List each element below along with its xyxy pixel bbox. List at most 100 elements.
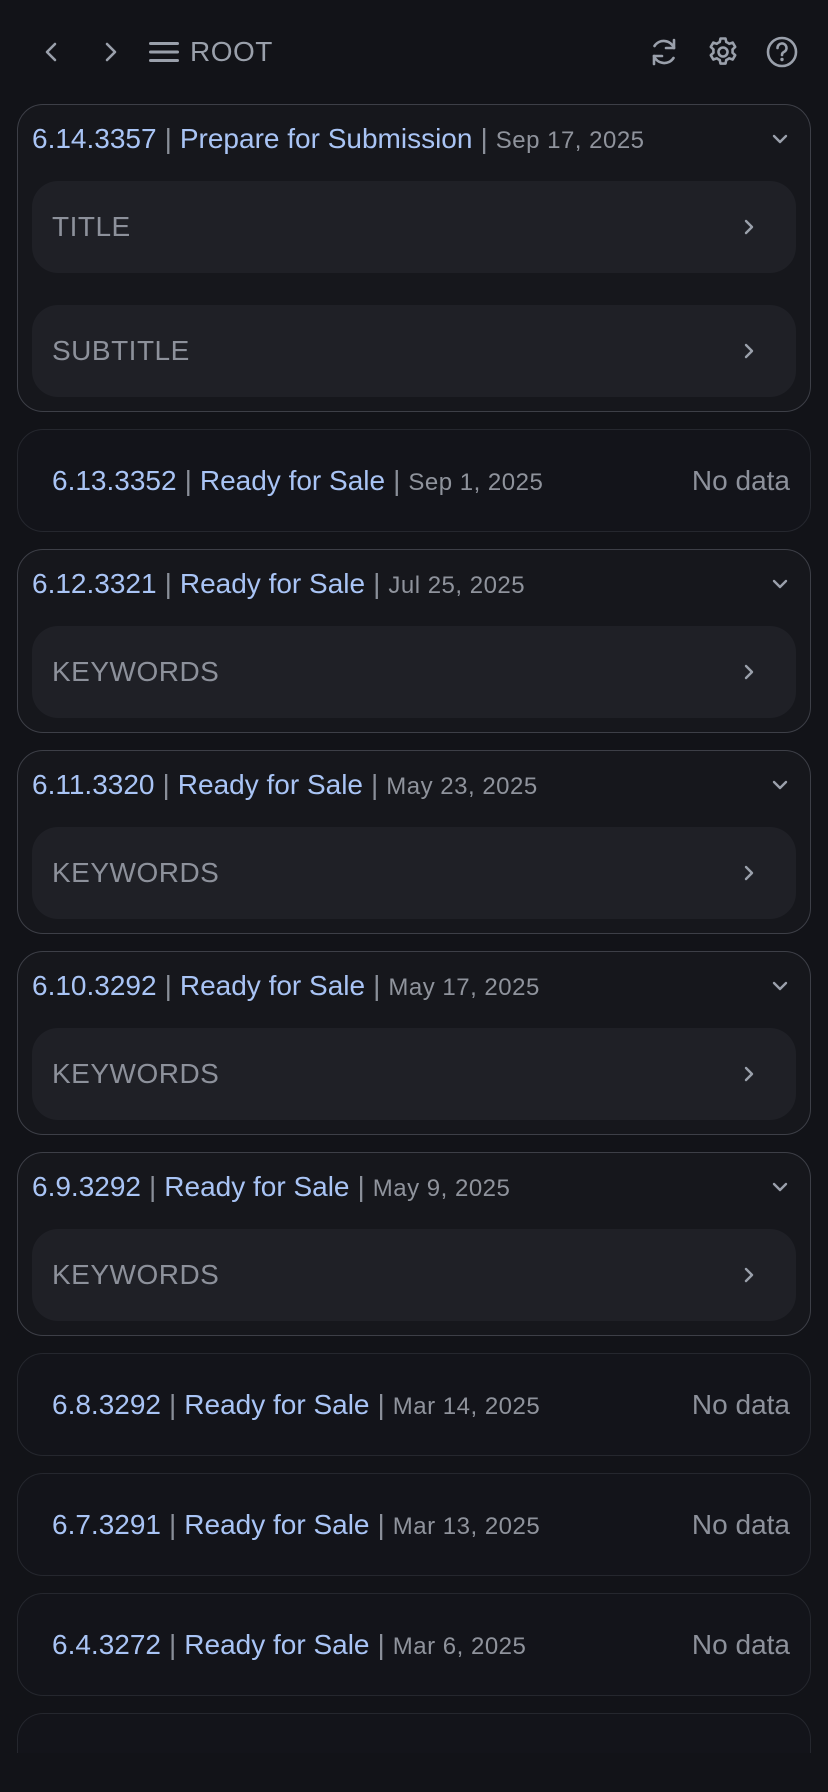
version-title: 6.12.3321 | Ready for Sale | Jul 25, 2025 (32, 568, 525, 600)
collapse-toggle[interactable] (766, 125, 794, 153)
version-number: 6.13.3352 (52, 464, 177, 496)
version-date: Jul 25, 2025 (388, 572, 526, 599)
back-button[interactable] (30, 30, 74, 74)
field-row-subtitle[interactable]: SUBTITLE (32, 305, 796, 397)
chevron-left-icon (45, 42, 57, 62)
version-status: Ready for Sale (164, 1171, 350, 1202)
collapse-toggle[interactable] (766, 570, 794, 598)
version-title: 6.10.3292 | Ready for Sale | May 17, 2025 (32, 970, 540, 1002)
version-status: Ready for Sale (199, 464, 386, 496)
chevron-right-icon (105, 42, 117, 62)
version-number: 6.12.3321 (32, 568, 157, 599)
version-card: 6.11.3320 | Ready for Sale | May 23, 2025 KE… (17, 750, 811, 934)
gear-icon (709, 37, 737, 65)
forward-button[interactable] (88, 30, 132, 74)
separator: | (164, 123, 172, 154)
refresh-button[interactable] (642, 30, 686, 74)
collapse-toggle[interactable] (766, 972, 794, 1000)
collapse-toggle[interactable] (766, 771, 794, 799)
chevron-right-icon (738, 1264, 760, 1286)
chevron-down-icon (772, 981, 788, 991)
separator: | (373, 970, 381, 1001)
separator: | (149, 1171, 157, 1202)
version-list: 6.14.3357 | Prepare for Submission | Sep 17,… (17, 104, 811, 1753)
field-row-keywords[interactable]: KEYWORDS (32, 626, 796, 718)
version-card-collapsed[interactable]: 6.4.3272 | Ready for Sale | Mar 6, 2025 No d… (17, 1593, 811, 1696)
version-status: Ready for Sale (184, 1388, 370, 1420)
menu-icon (149, 42, 179, 62)
settings-button[interactable] (701, 30, 745, 74)
version-title: 6.11.3320 | Ready for Sale | May 23, 2025 (32, 769, 538, 801)
version-number: 6.9.3292 (32, 1171, 141, 1202)
version-number: 6.14.3357 (32, 123, 157, 154)
version-date: May 17, 2025 (388, 974, 540, 1001)
version-card: 6.12.3321 | Ready for Sale | Jul 25, 2025 KE… (17, 549, 811, 733)
version-title: 6.8.3292 | Ready for Sale | Mar 14, 2025 (52, 1389, 540, 1421)
version-title: 6.9.3292 | Ready for Sale | May 9, 2025 (32, 1171, 510, 1203)
version-header[interactable]: 6.9.3292 | Ready for Sale | May 9, 2025 (32, 1167, 796, 1207)
root-label[interactable]: ROOT (190, 36, 273, 68)
version-date: May 23, 2025 (386, 773, 538, 800)
chevron-right-icon (738, 1063, 760, 1085)
version-number: 6.7.3291 (52, 1508, 161, 1540)
help-icon (766, 36, 798, 68)
version-status: Ready for Sale (179, 568, 366, 599)
version-date: Sep 1, 2025 (408, 468, 544, 496)
version-header[interactable]: 6.14.3357 | Prepare for Submission | Sep 17,… (32, 119, 796, 159)
chevron-down-icon (772, 1182, 788, 1192)
menu-button[interactable] (142, 30, 186, 74)
field-label: KEYWORDS (52, 656, 220, 687)
version-status: Ready for Sale (177, 769, 363, 800)
no-data-label: No data (691, 1508, 790, 1540)
version-title: 6.14.3357 | Prepare for Submission | Sep 17,… (32, 123, 645, 155)
refresh-icon (652, 38, 676, 66)
version-card-collapsed[interactable]: 6.13.3352 | Ready for Sale | Sep 1, 2025 No … (17, 429, 811, 532)
version-card-collapsed[interactable]: 6.8.3292 | Ready for Sale | Mar 14, 2025 No … (17, 1353, 811, 1456)
chevron-down-icon (772, 579, 788, 589)
separator: | (377, 1628, 385, 1660)
field-row-title[interactable]: TITLE (32, 181, 796, 273)
version-card: 6.14.3357 | Prepare for Submission | Sep 17,… (17, 104, 811, 412)
version-title: 6.4.3272 | Ready for Sale | Mar 6, 2025 (52, 1629, 526, 1661)
version-date: Mar 13, 2025 (392, 1512, 541, 1540)
field-row-keywords[interactable]: KEYWORDS (32, 1229, 796, 1321)
version-date: Sep 17, 2025 (495, 127, 645, 154)
separator: | (371, 769, 379, 800)
version-status: Ready for Sale (184, 1508, 370, 1540)
separator: | (377, 1388, 385, 1420)
field-label: KEYWORDS (52, 1058, 220, 1089)
separator: | (169, 1628, 177, 1660)
version-number: 6.8.3292 (52, 1388, 161, 1420)
separator: | (377, 1508, 385, 1540)
field-label: TITLE (52, 211, 131, 242)
version-status: Ready for Sale (179, 970, 366, 1001)
version-status: Ready for Sale (184, 1628, 370, 1660)
separator: | (393, 464, 401, 496)
separator: | (184, 464, 192, 496)
separator: | (373, 568, 381, 599)
top-toolbar: ROOT (0, 0, 828, 104)
chevron-right-icon (738, 862, 760, 884)
version-date: Mar 6, 2025 (392, 1632, 527, 1660)
separator: | (357, 1171, 365, 1202)
no-data-label: No data (691, 1628, 790, 1660)
collapse-toggle[interactable] (766, 1173, 794, 1201)
separator: | (164, 970, 172, 1001)
separator: | (169, 1508, 177, 1540)
separator: | (169, 1388, 177, 1420)
version-card-partial[interactable] (17, 1713, 811, 1753)
chevron-right-icon (738, 340, 760, 362)
chevron-down-icon (772, 134, 788, 144)
field-row-keywords[interactable]: KEYWORDS (32, 1028, 796, 1120)
version-header[interactable]: 6.10.3292 | Ready for Sale | May 17, 2025 (32, 966, 796, 1006)
version-title: 6.13.3352 | Ready for Sale | Sep 1, 2025 (52, 465, 543, 497)
help-button[interactable] (760, 30, 804, 74)
version-card-collapsed[interactable]: 6.7.3291 | Ready for Sale | Mar 13, 2025 No … (17, 1473, 811, 1576)
no-data-label: No data (691, 1388, 790, 1420)
version-header[interactable]: 6.11.3320 | Ready for Sale | May 23, 2025 (32, 765, 796, 805)
field-row-keywords[interactable]: KEYWORDS (32, 827, 796, 919)
version-header[interactable]: 6.12.3321 | Ready for Sale | Jul 25, 2025 (32, 564, 796, 604)
version-card: 6.9.3292 | Ready for Sale | May 9, 2025 KEYW… (17, 1152, 811, 1336)
version-date: May 9, 2025 (372, 1175, 511, 1202)
field-label: KEYWORDS (52, 1259, 220, 1290)
